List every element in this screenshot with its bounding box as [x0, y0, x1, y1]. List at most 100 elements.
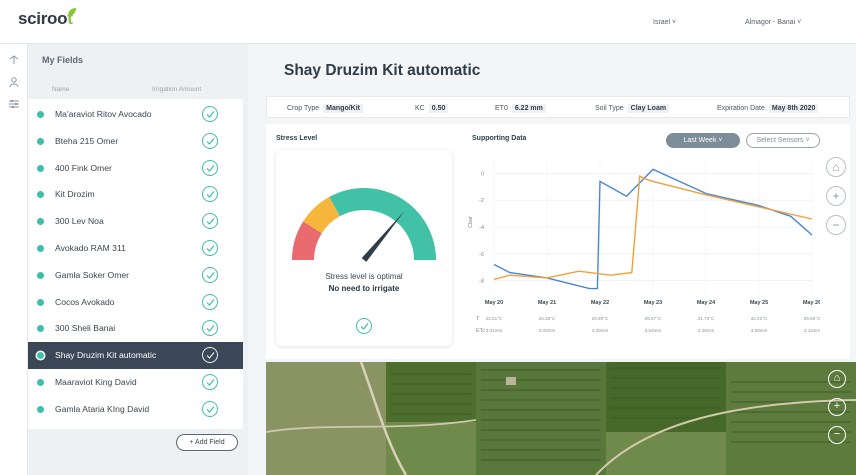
region-dropdown[interactable]: Israel ˅ — [653, 19, 676, 26]
check-circle-icon — [202, 213, 218, 230]
y-tick-label: -2 — [479, 198, 484, 204]
y-tick-label: -4 — [479, 225, 484, 231]
row-value: 25.57°C — [645, 316, 662, 321]
list-item[interactable]: 300 Lev Noa — [28, 208, 243, 235]
zoom-out-icon[interactable]: − — [826, 215, 846, 235]
soil-type-value: Clay Loam — [627, 104, 670, 113]
row-value: 3.36mm — [698, 328, 715, 333]
status-dot — [37, 271, 44, 279]
irrigation-advice: No need to irrigate — [328, 284, 400, 293]
farm-dropdown[interactable]: Almagor - Banai ˅ — [745, 19, 801, 26]
list-item[interactable]: Avokado RAM 311 — [28, 235, 243, 262]
check-circle-icon — [202, 266, 218, 283]
check-circle-icon — [202, 400, 218, 417]
row-value: 26.65°C — [804, 316, 820, 321]
check-circle-icon — [202, 106, 218, 122]
field-name: Bteha 215 Omer — [55, 135, 119, 146]
crop-type-value: Mango/Kit — [323, 104, 363, 113]
nav-rail — [0, 44, 28, 475]
list-item[interactable]: Maaraviot King David — [28, 369, 243, 396]
field-name: 300 Lev Noa — [55, 216, 104, 227]
home-icon[interactable]: ⌂ — [826, 157, 846, 177]
soil-type-label: Soil Type — [595, 105, 624, 112]
row-value: 32.22°C — [751, 316, 768, 321]
field-map[interactable]: ⌂ + − — [266, 362, 856, 475]
check-circle-icon — [202, 132, 218, 149]
list-item[interactable]: Ma'araviot Ritov Avocado — [28, 101, 243, 128]
map-home-icon[interactable]: ⌂ — [828, 370, 846, 388]
gauge-segment-optimal — [329, 187, 436, 260]
list-item[interactable]: Gamla Soker Omer — [28, 262, 243, 289]
stress-card: Stress level is optimal No need to irrig… — [276, 150, 452, 346]
row-label: T — [476, 316, 480, 322]
logo[interactable]: sciroot — [18, 9, 73, 29]
supporting-data-title: Supporting Data — [472, 135, 527, 142]
fields-sidebar: My Fields Name Irrigation Amount Ma'arav… — [28, 44, 248, 475]
row-value: 25.38°C — [539, 316, 556, 321]
stress-message: Stress level is optimal — [325, 272, 403, 281]
eto-label: ET0 — [495, 105, 508, 112]
list-item[interactable]: Shay Druzim Kit automatic — [28, 342, 243, 370]
top-bar: sciroot Israel ˅ Almagor - Banai ˅ — [0, 0, 856, 44]
crop-type-label: Crop Type — [287, 105, 320, 112]
status-dot — [37, 379, 44, 386]
field-name: Avokado RAM 311 — [55, 243, 126, 253]
user-icon[interactable] — [8, 76, 20, 88]
y-tick-label: -8 — [479, 279, 484, 285]
status-dot — [37, 218, 44, 226]
expiration-info: Expiration Date May 8th 2020 — [717, 104, 819, 113]
kc-value: 0.50 — [428, 104, 449, 113]
check-circle-icon — [202, 240, 218, 256]
stress-level-title: Stress Level — [276, 135, 318, 142]
y-tick-label: 0 — [481, 171, 484, 177]
status-dot — [37, 137, 44, 145]
zoom-in-icon[interactable]: + — [826, 186, 846, 206]
status-dot — [37, 298, 44, 306]
map-zoom-out-icon[interactable]: − — [828, 426, 846, 444]
row-value: 3.01mm — [486, 328, 503, 333]
status-dot — [37, 325, 44, 333]
row-value: 3.30mm — [592, 328, 609, 333]
gauge-needle — [361, 210, 405, 262]
app-window: sciroot Israel ˅ Almagor - Banai ˅ My Fi… — [0, 0, 856, 475]
data-panel: Stress Level Supporting Data Last Week ˅… — [266, 124, 850, 359]
supporting-data-chart: 0 -2 -4 -6 -8 May 20 May 21 May 22 May 23 May 24 M… — [462, 154, 820, 342]
status-dot — [37, 164, 44, 172]
select-sensors-dropdown[interactable]: Select Sensors ˅ — [746, 133, 820, 148]
check-circle-icon — [202, 293, 218, 310]
add-field-button[interactable]: + Add Field — [176, 434, 238, 451]
tree-icon[interactable] — [8, 54, 20, 66]
list-item[interactable]: Cocos Avokado — [28, 289, 243, 316]
column-header-name: Name — [52, 86, 70, 93]
field-name: Cocos Avokado — [55, 296, 115, 307]
column-header-irrigation: Irrigation Amount — [152, 86, 202, 93]
list-item[interactable]: Kit Drozim — [28, 181, 243, 208]
row-value: 22.51°C — [486, 316, 503, 321]
row-value: 31.76°C — [698, 316, 715, 321]
row-value: 3.11mm — [804, 328, 820, 333]
period-dropdown[interactable]: Last Week ˅ — [666, 133, 740, 148]
x-tick-label: May 26 — [803, 300, 820, 306]
map-zoom-in-icon[interactable]: + — [828, 398, 846, 416]
list-item[interactable]: Bteha 215 Omer — [28, 128, 243, 155]
list-item[interactable]: Gamla Ataria KIng David — [28, 396, 243, 423]
field-info-bar: Crop Type Mango/Kit KC 0.50 ET0 6.22 mm Soi… — [266, 96, 850, 118]
crop-type-info: Crop Type Mango/Kit — [287, 104, 363, 113]
soil-type-info: Soil Type Clay Loam — [595, 104, 670, 113]
y-axis-label: Cbar — [468, 216, 474, 228]
field-name: Gamla Soker Omer — [55, 269, 130, 280]
satellite-map-image — [266, 362, 856, 475]
leaf-icon — [68, 8, 76, 16]
x-tick-label: May 23 — [644, 300, 662, 306]
status-dot — [37, 111, 44, 118]
check-circle-icon — [202, 320, 218, 337]
sidebar-title: My Fields — [42, 55, 84, 65]
row-value: 3.60mm — [751, 328, 768, 333]
page-title: Shay Druzim Kit automatic — [284, 62, 481, 79]
sliders-icon[interactable] — [8, 98, 20, 110]
list-item[interactable]: 400 Fink Omer — [28, 155, 243, 182]
check-circle-icon — [202, 374, 218, 390]
list-item[interactable]: 300 Sheli Banai — [28, 315, 243, 342]
field-name: Kit Drozim — [55, 189, 95, 200]
field-name: 300 Sheli Banai — [55, 323, 116, 334]
